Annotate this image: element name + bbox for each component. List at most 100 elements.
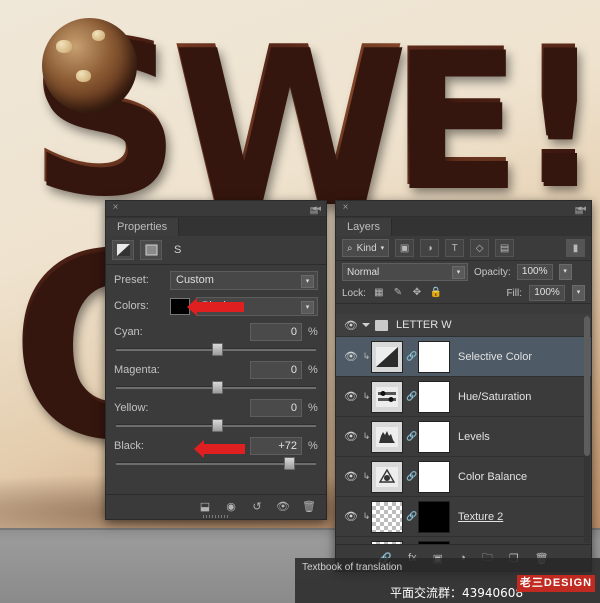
lock-all-icon[interactable]: 🔒 xyxy=(430,287,442,299)
table-row[interactable]: 👁 ↳ 🔗 Texture 2 xyxy=(336,497,591,537)
layer-thumbnails[interactable]: 🔗 xyxy=(371,460,450,493)
properties-panel[interactable]: × ◂◂ Properties ▤ S Preset: Custom ▾ Col… xyxy=(105,200,327,520)
chevron-down-icon[interactable]: ▾ xyxy=(301,300,314,314)
layer-mask-thumbnail[interactable] xyxy=(418,500,450,533)
layers-titlebar: × ◂◂ xyxy=(336,201,591,217)
panel-menu-icon[interactable]: ▤ xyxy=(573,205,585,215)
reset-icon[interactable]: ↺ xyxy=(250,500,264,514)
slider-knob[interactable] xyxy=(212,419,223,432)
opacity-value[interactable]: 100% xyxy=(516,264,553,280)
layers-panel[interactable]: × ◂◂ Layers ▤ ⌕ Kind ▾ ▣ ◑ T ◇ ▤ ▮ Norma… xyxy=(335,200,592,572)
fill-value[interactable]: 100% xyxy=(529,285,565,301)
black-value[interactable]: +72 xyxy=(250,437,302,455)
annotation-arrow-colors xyxy=(187,298,244,316)
table-row[interactable]: 👁 ↳ 🔗 Hue/Saturation xyxy=(336,377,591,417)
chevron-down-icon[interactable]: ▾ xyxy=(572,285,585,301)
black-slider[interactable] xyxy=(116,457,316,470)
close-icon[interactable]: × xyxy=(341,203,350,213)
layer-list[interactable]: 👁 LETTER W 👁 ↳ 🔗 Selective Color 👁 ↳ 🔗 H… xyxy=(336,314,591,545)
layer-thumbnails[interactable]: 🔗 xyxy=(371,380,450,413)
clipping-arrow-icon: ↳ xyxy=(362,391,371,401)
pixel-layer-thumbnail[interactable] xyxy=(371,500,403,533)
preset-value: Custom xyxy=(176,274,214,286)
shape-filter-icon[interactable]: ◇ xyxy=(470,239,490,257)
levels-thumbnail-icon[interactable] xyxy=(371,420,403,453)
panel-menu-icon[interactable]: ▤ xyxy=(308,205,320,215)
magenta-value[interactable]: 0 xyxy=(250,361,302,379)
chevron-down-icon[interactable]: ▾ xyxy=(558,264,572,280)
slider-knob[interactable] xyxy=(212,381,223,394)
cyan-unit: % xyxy=(308,326,318,338)
lock-position-icon[interactable]: ✥ xyxy=(411,287,423,299)
chevron-down-icon[interactable]: ▾ xyxy=(452,266,465,279)
clipping-arrow-icon: ↳ xyxy=(362,431,371,441)
layer-thumbnails[interactable]: 🔗 xyxy=(371,420,450,453)
close-icon[interactable]: × xyxy=(111,203,120,213)
link-icon[interactable]: 🔗 xyxy=(406,391,417,402)
layer-kind-dropdown[interactable]: ⌕ Kind ▾ xyxy=(342,239,390,257)
view-previous-icon[interactable]: ◉ xyxy=(224,500,238,514)
tab-layers[interactable]: Layers xyxy=(336,218,393,236)
layer-list-scrollbar[interactable] xyxy=(584,316,590,543)
nut-icon xyxy=(76,70,91,82)
layer-thumbnails[interactable]: 🔗 xyxy=(371,340,450,373)
yellow-value[interactable]: 0 xyxy=(250,399,302,417)
clipping-arrow-icon: ↳ xyxy=(362,511,371,521)
layer-filter-row: ⌕ Kind ▾ ▣ ◑ T ◇ ▤ ▮ xyxy=(336,236,591,261)
layer-mask-thumbnail[interactable] xyxy=(418,420,450,453)
pixel-filter-icon[interactable]: ▣ xyxy=(395,239,415,257)
visibility-icon[interactable]: 👁 xyxy=(276,500,290,514)
lock-transparency-icon[interactable]: ▦ xyxy=(373,287,385,299)
blend-mode-value: Normal xyxy=(347,266,380,278)
visibility-toggle-icon[interactable]: 👁 xyxy=(340,510,362,523)
layer-thumbnails[interactable]: 🔗 xyxy=(371,500,450,533)
filter-toggle-icon[interactable]: ▮ xyxy=(566,239,585,257)
cyan-row: Cyan: 0 % xyxy=(106,321,326,343)
properties-title: S xyxy=(174,244,182,256)
magenta-slider[interactable] xyxy=(116,381,316,394)
blend-mode-dropdown[interactable]: Normal ▾ xyxy=(342,263,468,281)
yellow-unit: % xyxy=(308,402,318,414)
link-icon[interactable]: 🔗 xyxy=(406,351,417,362)
visibility-toggle-icon[interactable]: 👁 xyxy=(340,430,362,443)
cyan-value[interactable]: 0 xyxy=(250,323,302,341)
slider-knob[interactable] xyxy=(212,343,223,356)
scrollbar-thumb[interactable] xyxy=(584,316,590,456)
delete-icon[interactable]: 🗑 xyxy=(302,500,316,514)
yellow-slider[interactable] xyxy=(116,419,316,432)
slider-knob[interactable] xyxy=(284,457,295,470)
chevron-down-icon[interactable]: ▾ xyxy=(301,274,314,288)
selective-color-thumbnail-icon[interactable] xyxy=(371,340,403,373)
preset-dropdown[interactable]: Custom ▾ xyxy=(170,270,318,290)
visibility-toggle-icon[interactable]: 👁 xyxy=(340,390,362,403)
layer-name: Color Balance xyxy=(458,470,528,483)
link-icon[interactable]: 🔗 xyxy=(406,471,417,482)
visibility-toggle-icon[interactable]: 👁 xyxy=(340,350,362,363)
panel-resize-grip[interactable] xyxy=(203,515,229,518)
preset-row: Preset: Custom ▾ xyxy=(106,269,326,291)
visibility-toggle-icon[interactable]: 👁 xyxy=(340,470,362,483)
cyan-slider[interactable] xyxy=(116,343,316,356)
visibility-toggle-icon[interactable]: 👁 xyxy=(340,319,362,332)
clip-to-layer-icon[interactable]: ⬓ xyxy=(198,500,212,514)
chevron-down-icon[interactable] xyxy=(362,323,370,327)
lock-image-icon[interactable]: ✎ xyxy=(392,287,404,299)
link-icon[interactable]: 🔗 xyxy=(406,431,417,442)
table-row[interactable]: 👁 ↳ 🔗 Levels xyxy=(336,417,591,457)
watermark-logo: 老三DESIGN xyxy=(517,575,595,592)
layer-group-row[interactable]: 👁 LETTER W xyxy=(336,314,591,337)
link-icon[interactable]: 🔗 xyxy=(406,511,417,522)
table-row[interactable]: 👁 ↳ 🔗 Color Balance xyxy=(336,457,591,497)
yellow-label: Yellow: xyxy=(114,402,149,414)
type-filter-icon[interactable]: T xyxy=(445,239,465,257)
tab-properties[interactable]: Properties xyxy=(106,218,180,236)
smart-object-filter-icon[interactable]: ▤ xyxy=(495,239,515,257)
table-row[interactable]: 👁 ↳ 🔗 Selective Color xyxy=(336,337,591,377)
adjustment-filter-icon[interactable]: ◑ xyxy=(420,239,440,257)
layer-mask-thumbnail[interactable] xyxy=(418,460,450,493)
opacity-label: Opacity: xyxy=(474,266,511,278)
layer-mask-thumbnail[interactable] xyxy=(418,380,450,413)
hue-saturation-thumbnail-icon[interactable] xyxy=(371,380,403,413)
layer-mask-thumbnail[interactable] xyxy=(418,340,450,373)
color-balance-thumbnail-icon[interactable] xyxy=(371,460,403,493)
